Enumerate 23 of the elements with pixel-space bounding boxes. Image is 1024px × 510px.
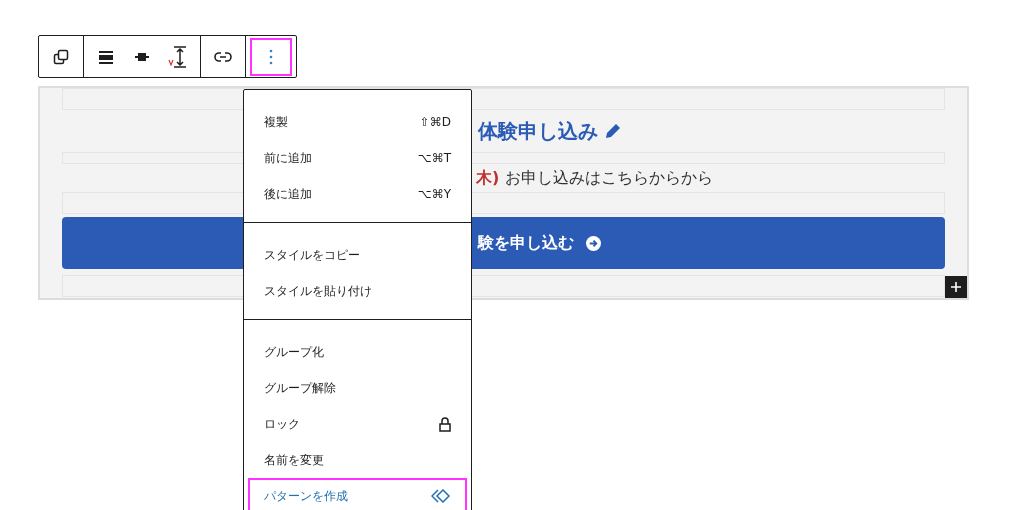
menu-item[interactable]: 後に追加 ⌥⌘Y bbox=[248, 176, 467, 212]
date-text: 木) bbox=[476, 167, 500, 189]
more-icon bbox=[269, 48, 273, 65]
link-icon bbox=[214, 50, 232, 63]
menu-item[interactable]: 前に追加 ⌥⌘T bbox=[248, 140, 467, 176]
menu-item[interactable]: グループ化 bbox=[248, 334, 467, 370]
add-block-button[interactable] bbox=[945, 276, 967, 298]
height-icon bbox=[167, 45, 189, 68]
menu-item[interactable]: スタイルを貼り付け bbox=[248, 273, 467, 309]
lock-icon bbox=[439, 416, 451, 432]
menu-item[interactable]: グループ解除 bbox=[248, 370, 467, 406]
menu-item[interactable]: 名前を変更 bbox=[248, 442, 467, 478]
menu-item[interactable]: 複製 ⇧⌘D bbox=[248, 104, 467, 140]
arrow-circle-icon bbox=[586, 235, 601, 251]
menu-item[interactable]: ロック bbox=[248, 406, 467, 442]
menu-item[interactable]: パターンを作成 bbox=[248, 478, 467, 510]
heading-text: 体験申し込み bbox=[478, 117, 598, 145]
duplicate-icon bbox=[53, 48, 69, 65]
pencil-icon bbox=[604, 122, 622, 140]
diamond-icon bbox=[431, 489, 451, 503]
note-text: お申し込みはこちらからから bbox=[505, 167, 714, 189]
align-wide-icon bbox=[98, 48, 114, 65]
plus-icon bbox=[950, 281, 962, 293]
